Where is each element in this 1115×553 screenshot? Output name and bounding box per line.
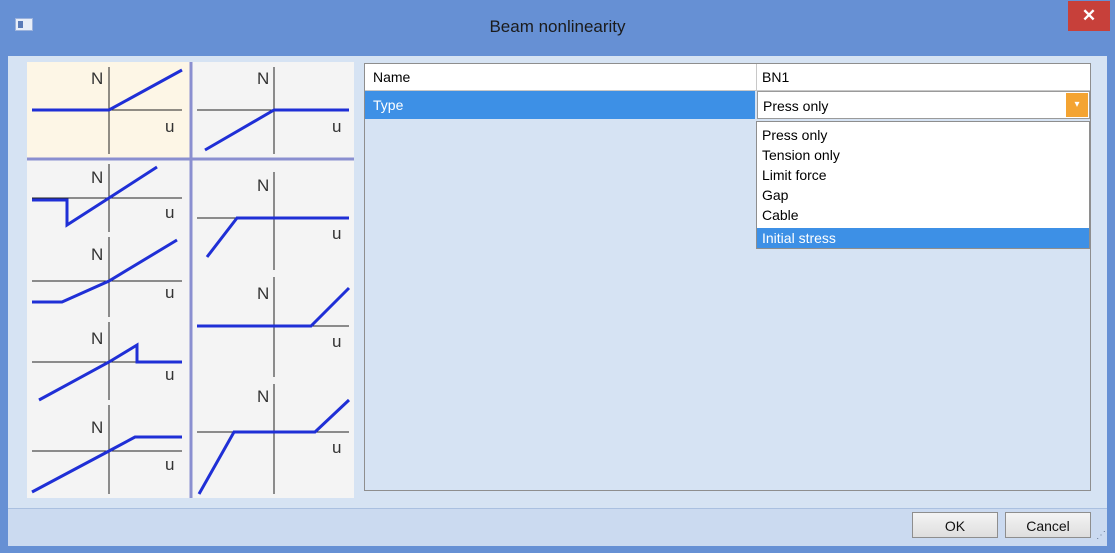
dialog-window: Beam nonlinearity ✕ N u N u N u N u N u … (0, 0, 1115, 553)
axis-u-label: u (165, 365, 174, 384)
dropdown-option[interactable]: Gap (757, 185, 1089, 205)
dropdown-option[interactable]: Press only (757, 125, 1089, 145)
cancel-button[interactable]: Cancel (1005, 512, 1091, 538)
axis-n-label: N (257, 176, 269, 195)
curve-cable (32, 238, 178, 304)
curve-initial-stress (197, 286, 351, 328)
dropdown-option[interactable]: Cable (757, 205, 1089, 225)
axis-u-label: u (165, 203, 174, 222)
curve-gap (205, 216, 349, 258)
property-value[interactable]: BN1 (762, 69, 789, 85)
axis-n-label: N (257, 284, 269, 303)
type-dropdown-list[interactable]: Press only Tension only Limit force Gap … (756, 121, 1090, 249)
nonlinearity-diagrams: Nu Nu Nu Nu Nu Nu Nu Nu Nu (27, 62, 354, 498)
axis-u-label: u (332, 224, 341, 243)
axis-u-label: u (165, 455, 174, 474)
axis-n-label: N (257, 387, 269, 406)
axis-n-label: N (257, 69, 269, 88)
axis-n-label: N (91, 418, 103, 437)
curve-cable-2 (31, 435, 182, 494)
property-row-type[interactable]: Type Press only ▾ (365, 91, 1090, 119)
axis-u-label: u (332, 438, 341, 457)
property-label: Type (373, 97, 404, 113)
property-row-name[interactable]: Name BN1 (365, 64, 1090, 91)
dropdown-option[interactable]: Tension only (757, 145, 1089, 165)
property-label-selected[interactable]: Type (365, 91, 755, 119)
axis-u-label: u (332, 117, 341, 136)
window-title: Beam nonlinearity (489, 17, 626, 36)
dropdown-option-selected[interactable]: Initial stress (757, 228, 1089, 248)
dropdown-option[interactable]: Limit force (757, 165, 1089, 185)
property-label: Name (373, 69, 411, 85)
axis-u-label: u (165, 117, 174, 136)
curve-tension-only (204, 108, 349, 152)
resize-grip-icon[interactable]: ⋰ (1096, 530, 1106, 541)
axis-n-label: N (91, 69, 103, 88)
close-button[interactable]: ✕ (1068, 1, 1110, 31)
column-divider (756, 64, 757, 90)
ok-button[interactable]: OK (912, 512, 998, 538)
axis-u-label: u (165, 283, 174, 302)
type-select-value: Press only (763, 98, 829, 114)
axis-n-label: N (91, 245, 103, 264)
diagram-grid: Nu Nu Nu Nu Nu Nu Nu Nu Nu (27, 62, 354, 498)
dropdown-arrow-icon[interactable]: ▾ (1066, 93, 1088, 117)
axis-n-label: N (91, 168, 103, 187)
title-bar[interactable]: Beam nonlinearity ✕ (0, 0, 1115, 56)
curve-limit-force-2 (38, 342, 182, 402)
axis-n-label: N (91, 329, 103, 348)
type-select[interactable]: Press only ▾ (757, 91, 1090, 119)
axis-u-label: u (332, 332, 341, 351)
